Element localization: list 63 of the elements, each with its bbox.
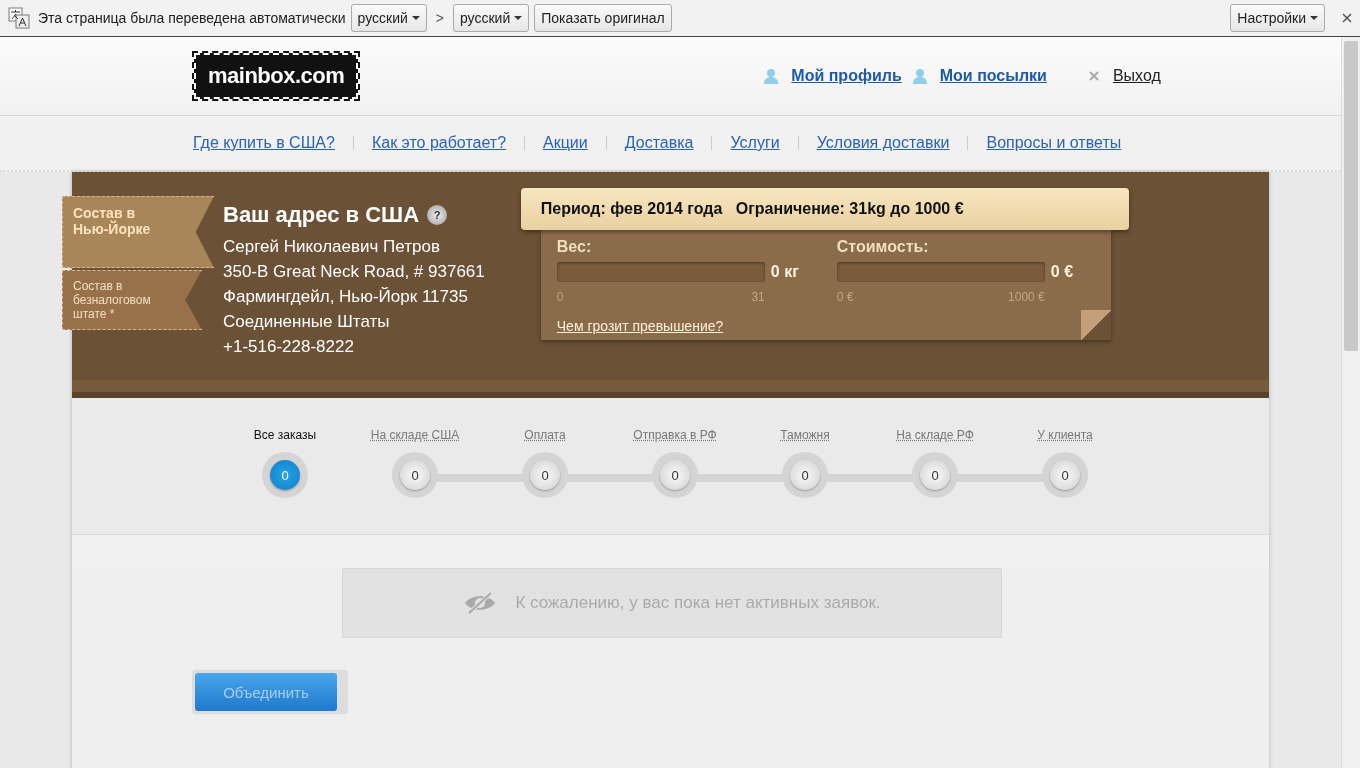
hidden-eye-icon bbox=[463, 591, 498, 615]
language-separator: > bbox=[435, 10, 444, 26]
location-tab[interactable]: Состав в Нью-Йорке bbox=[62, 196, 214, 268]
status-count: 0 bbox=[660, 460, 690, 490]
nav-link[interactable]: Условия доставки bbox=[816, 134, 950, 152]
address-line: 350-B Great Neck Road, # 937661 bbox=[223, 261, 485, 283]
parcels-link[interactable]: Мои посылки bbox=[939, 67, 1047, 85]
caret-icon bbox=[411, 16, 420, 20]
nav-link[interactable]: Где купить в США? bbox=[193, 134, 335, 152]
logout-link[interactable]: Выход bbox=[1112, 67, 1161, 85]
status-tab[interactable]: Все заказы bbox=[253, 428, 317, 450]
translate-message: Эта страница была переведена автоматически bbox=[38, 10, 346, 26]
language-dropdown[interactable]: русский bbox=[350, 4, 427, 32]
language-dropdown[interactable]: русский bbox=[452, 4, 530, 32]
nav-link[interactable]: Как это работает? bbox=[371, 134, 507, 152]
settings-dropdown[interactable]: Настройки bbox=[1230, 4, 1325, 32]
gauge-reading: 0 кг bbox=[770, 263, 799, 281]
status-count: 0 bbox=[790, 460, 820, 490]
user-icon bbox=[763, 68, 780, 84]
status-count: 0 bbox=[530, 460, 560, 490]
status-tab[interactable]: Таможня bbox=[780, 428, 830, 450]
address-title: Ваш адрес в США bbox=[223, 202, 420, 228]
status-tab[interactable]: Отправка в РФ bbox=[633, 428, 717, 450]
empty-message: К сожалению, у вас пока нет активных заявок. bbox=[515, 593, 881, 613]
nav-link[interactable]: Доставка bbox=[624, 134, 694, 152]
status-count: 0 bbox=[400, 460, 430, 490]
exceed-link[interactable]: Чем грозит превышение? bbox=[556, 318, 724, 334]
help-icon[interactable]: ? bbox=[427, 205, 448, 225]
status-tab[interactable]: Оплата bbox=[524, 428, 566, 450]
nav-link[interactable]: Услуги bbox=[730, 134, 780, 152]
address-line: Сергей Николаевич Петров bbox=[223, 236, 441, 258]
translate-icon bbox=[8, 7, 30, 29]
gauge-max: 1000 € bbox=[1008, 290, 1045, 304]
status-tab[interactable]: У клиента bbox=[1037, 428, 1093, 450]
gauge-label: Стоимость: bbox=[836, 238, 930, 256]
period-text: Период: фев 2014 года Ограничение: 31kg до 1000 € bbox=[539, 200, 964, 218]
address-line: +1-516-228-8222 bbox=[223, 336, 355, 358]
caret-icon bbox=[1310, 16, 1318, 20]
gauge-min: 0 bbox=[556, 290, 564, 304]
profile-link[interactable]: Мой профиль bbox=[791, 67, 902, 85]
close-icon bbox=[1088, 71, 1099, 81]
status-tab[interactable]: На складе РФ bbox=[896, 428, 974, 450]
nav-link[interactable]: Акции bbox=[543, 134, 588, 152]
scrollbar-thumb[interactable] bbox=[1344, 41, 1358, 351]
address-line: Фармингдейл, Нью-Йорк 11735 bbox=[223, 286, 469, 308]
close-icon[interactable] bbox=[1342, 13, 1352, 23]
gauge-min: 0 € bbox=[836, 290, 854, 304]
gauge-reading: 0 € bbox=[1050, 263, 1074, 281]
caret-icon bbox=[514, 16, 523, 20]
logo[interactable]: mainbox.com bbox=[194, 53, 359, 99]
scrollbar[interactable] bbox=[1341, 37, 1360, 768]
address-line: Соединенные Штаты bbox=[223, 311, 391, 333]
show-original-button[interactable]: Показать оригинал bbox=[534, 4, 672, 32]
user-icon bbox=[911, 68, 928, 84]
status-count: 0 bbox=[270, 460, 300, 490]
gauge-label: Вес: bbox=[556, 238, 593, 256]
nav-link[interactable]: Вопросы и ответы bbox=[986, 134, 1122, 152]
page-curl bbox=[1080, 310, 1111, 340]
status-count: 0 bbox=[1050, 460, 1080, 490]
location-tab[interactable]: Состав в безналоговом штате * bbox=[62, 270, 202, 330]
status-tab[interactable]: На складе США bbox=[370, 428, 460, 450]
status-count: 0 bbox=[920, 460, 950, 490]
gauge-max: 31 bbox=[751, 290, 765, 304]
